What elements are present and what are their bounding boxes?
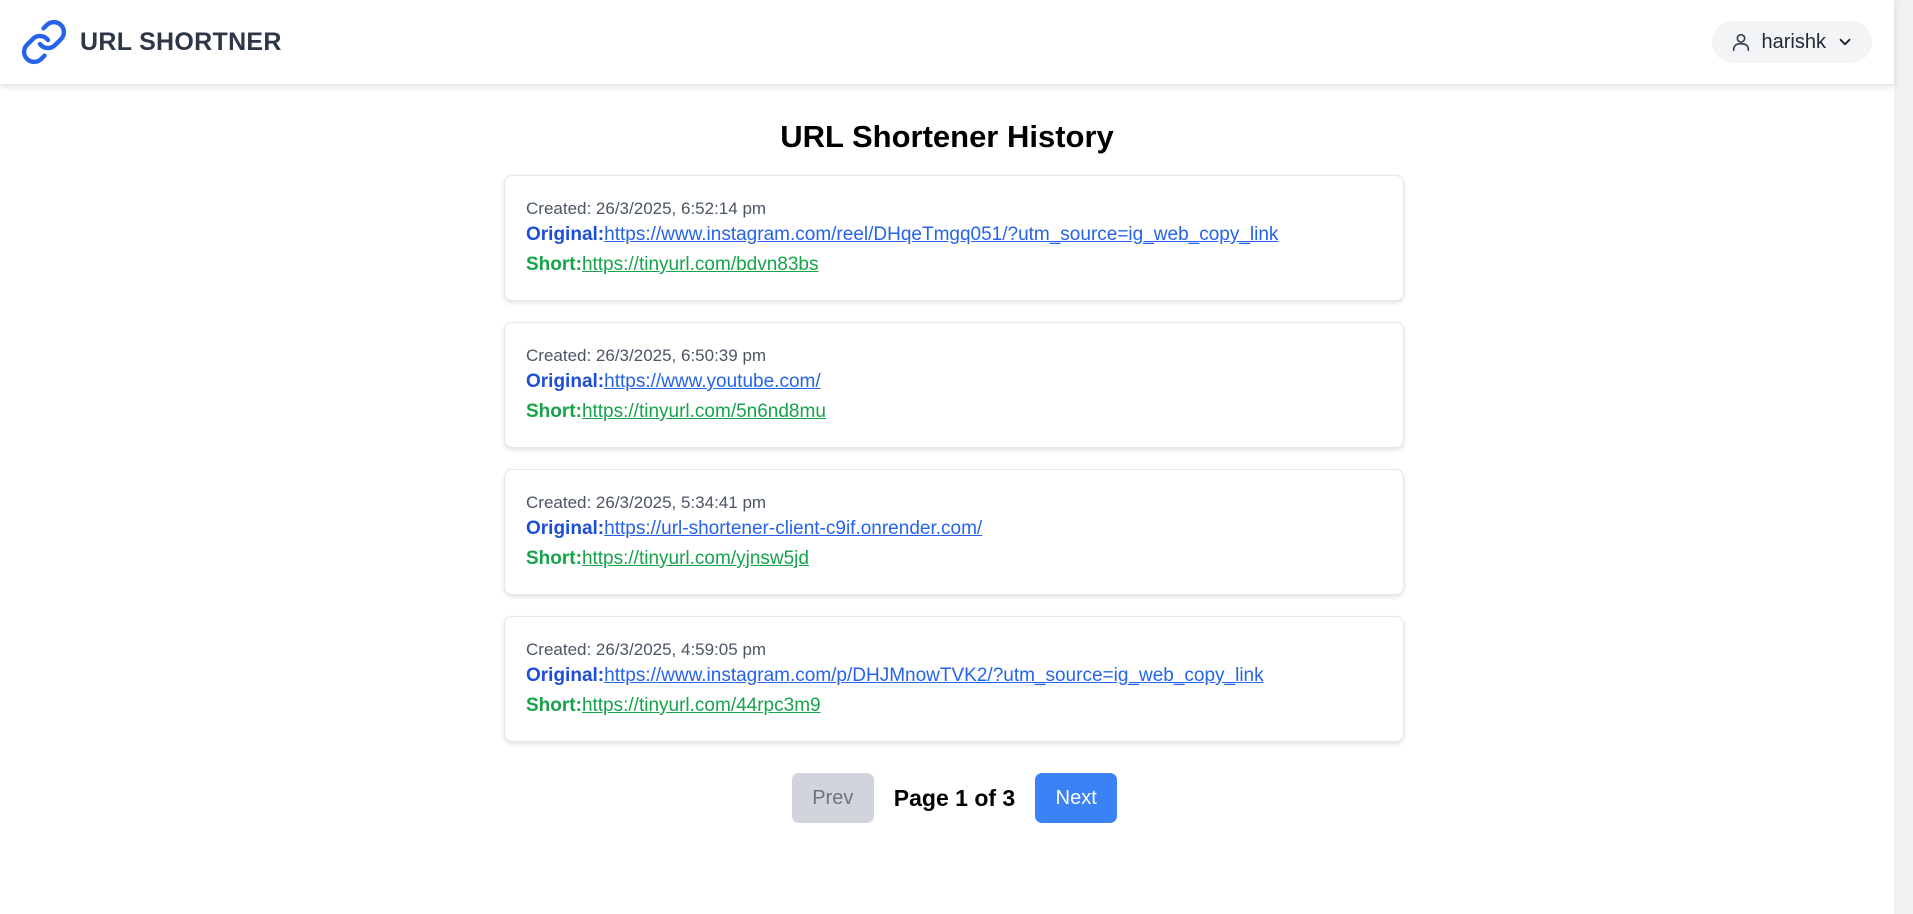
original-label: Original: <box>526 224 605 245</box>
history-card: Created: 26/3/2025, 6:50:39 pm Original:… <box>504 322 1404 448</box>
original-label: Original: <box>526 518 605 539</box>
prev-button[interactable]: Prev <box>791 773 874 823</box>
short-row: Short:https://tinyurl.com/yjnsw5jd <box>526 544 1383 574</box>
next-button[interactable]: Next <box>1035 773 1118 823</box>
short-url-link[interactable]: https://tinyurl.com/5n6nd8mu <box>582 401 826 422</box>
link-icon <box>20 18 68 66</box>
short-label: Short: <box>526 548 582 569</box>
original-url-link[interactable]: https://url-shortener-client-c9if.onrend… <box>604 518 982 539</box>
short-label: Short: <box>526 695 582 716</box>
original-url-link[interactable]: https://www.youtube.com/ <box>604 371 821 392</box>
brand-title: URL SHORTNER <box>80 27 282 56</box>
created-timestamp: Created: 26/3/2025, 6:52:14 pm <box>526 199 767 218</box>
short-row: Short:https://tinyurl.com/5n6nd8mu <box>526 397 1383 427</box>
original-row: Original:https://www.youtube.com/ <box>526 367 1383 397</box>
navbar: URL SHORTNER harishk <box>0 0 1894 85</box>
pagination: Prev Page 1 of 3 Next <box>0 773 1909 823</box>
history-card: Created: 26/3/2025, 6:52:14 pm Original:… <box>504 175 1404 301</box>
short-row: Short:https://tinyurl.com/44rpc3m9 <box>526 691 1383 721</box>
history-card: Created: 26/3/2025, 4:59:05 pm Original:… <box>504 616 1404 742</box>
short-row: Short:https://tinyurl.com/bdvn83bs <box>526 250 1383 280</box>
chevron-down-icon <box>1836 33 1854 51</box>
history-list: Created: 26/3/2025, 6:52:14 pm Original:… <box>504 175 1404 763</box>
short-url-link[interactable]: https://tinyurl.com/bdvn83bs <box>582 254 819 275</box>
page-title: URL Shortener History <box>780 119 1114 154</box>
page-indicator: Page 1 of 3 <box>893 784 1016 811</box>
main-content: URL Shortener History Created: 26/3/2025… <box>0 85 1894 742</box>
original-label: Original: <box>526 371 605 392</box>
user-menu-button[interactable]: harishk <box>1711 21 1872 63</box>
brand-link[interactable]: URL SHORTNER <box>20 18 282 66</box>
original-url-link[interactable]: https://www.instagram.com/p/DHJMnowTVK2/… <box>604 665 1263 686</box>
short-url-link[interactable]: https://tinyurl.com/44rpc3m9 <box>582 695 821 716</box>
created-timestamp: Created: 26/3/2025, 6:50:39 pm <box>526 346 767 365</box>
original-row: Original:https://www.instagram.com/reel/… <box>526 220 1383 250</box>
history-card: Created: 26/3/2025, 5:34:41 pm Original:… <box>504 469 1404 595</box>
created-timestamp: Created: 26/3/2025, 4:59:05 pm <box>526 640 767 659</box>
original-label: Original: <box>526 665 605 686</box>
user-icon <box>1730 31 1752 53</box>
created-timestamp: Created: 26/3/2025, 5:34:41 pm <box>526 493 767 512</box>
short-label: Short: <box>526 401 582 422</box>
original-url-link[interactable]: https://www.instagram.com/reel/DHqeTmgq0… <box>604 224 1278 245</box>
short-label: Short: <box>526 254 582 275</box>
short-url-link[interactable]: https://tinyurl.com/yjnsw5jd <box>582 548 809 569</box>
original-row: Original:https://www.instagram.com/p/DHJ… <box>526 661 1383 691</box>
original-row: Original:https://url-shortener-client-c9… <box>526 514 1383 544</box>
user-name: harishk <box>1761 30 1826 53</box>
